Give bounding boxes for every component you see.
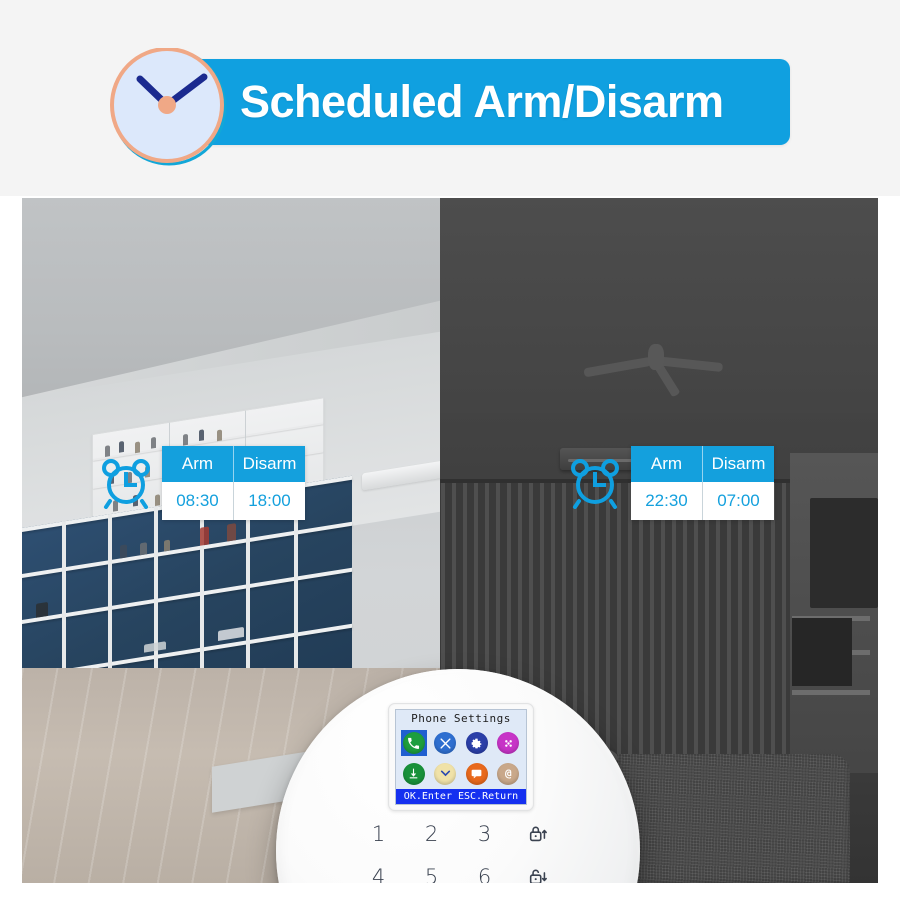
disarm-time-night: 07:00 xyxy=(702,482,774,520)
key-2[interactable]: 2 xyxy=(410,814,454,854)
schedule-table-day: Arm Disarm 08:30 18:00 xyxy=(162,446,305,520)
banner-wrapper: Scheduled Arm/Disarm xyxy=(110,48,790,166)
column-header-disarm: Disarm xyxy=(702,446,774,482)
analog-clock-icon xyxy=(110,48,227,166)
screen-title: Phone Settings xyxy=(411,712,511,725)
menu-item-tools[interactable] xyxy=(432,730,458,756)
key-1[interactable]: 1 xyxy=(357,814,401,854)
alarm-clock-icon xyxy=(571,459,619,509)
key-disarm[interactable] xyxy=(516,857,560,883)
menu-item-sms[interactable] xyxy=(464,761,490,787)
key-6[interactable]: 6 xyxy=(463,857,507,883)
table-row: 08:30 18:00 xyxy=(162,482,305,520)
menu-item-download[interactable] xyxy=(401,761,427,787)
sms-message-icon xyxy=(465,762,488,785)
key-4[interactable]: 4 xyxy=(357,857,401,883)
column-header-disarm: Disarm xyxy=(233,446,305,482)
header-banner: Scheduled Arm/Disarm xyxy=(0,0,900,196)
arm-time-day: 08:30 xyxy=(162,482,234,520)
menu-item-siren[interactable] xyxy=(495,730,521,756)
menu-item-settings[interactable] xyxy=(464,730,490,756)
email-icon: @ xyxy=(497,762,520,785)
schedule-card-night: Arm Disarm 22:30 07:00 xyxy=(569,446,774,520)
schedule-table-night: Arm Disarm 22:30 07:00 xyxy=(631,446,774,520)
key-5[interactable]: 5 xyxy=(410,857,454,883)
column-header-arm: Arm xyxy=(162,446,234,482)
gear-icon xyxy=(465,732,488,755)
clock-icon xyxy=(434,762,457,785)
lcd-screen: Phone Settings @ OK.Enter ESC.Return xyxy=(395,709,527,805)
menu-item-phone[interactable] xyxy=(400,730,427,757)
column-header-arm: Arm xyxy=(631,446,703,482)
television xyxy=(810,498,878,608)
alarm-clock-icon xyxy=(102,459,150,509)
scene-photo-band: Arm Disarm 08:30 18:00 Arm Disarm 22:30 … xyxy=(22,198,878,883)
key-3[interactable]: 3 xyxy=(463,814,507,854)
siren-icon xyxy=(497,732,520,755)
table-header-row: Arm Disarm xyxy=(631,446,774,482)
table-header-row: Arm Disarm xyxy=(162,446,305,482)
product-feature-image: Scheduled Arm/Disarm Arm Disarm 08:30 18… xyxy=(0,0,900,900)
menu-item-email[interactable]: @ xyxy=(495,761,521,787)
screen-status-bar: OK.Enter ESC.Return xyxy=(396,789,526,804)
key-arm-away[interactable] xyxy=(516,814,560,854)
tools-icon xyxy=(434,732,457,755)
ceiling-fan xyxy=(583,336,724,398)
page-title: Scheduled Arm/Disarm xyxy=(240,76,724,127)
phone-icon xyxy=(402,732,425,755)
touch-keypad: 1 2 3 4 5 6 xyxy=(352,813,564,883)
download-icon xyxy=(402,762,425,785)
table-row: 22:30 07:00 xyxy=(631,482,774,520)
arm-time-night: 22:30 xyxy=(631,482,703,520)
screen-menu-grid: @ xyxy=(396,728,526,789)
disarm-time-day: 18:00 xyxy=(233,482,305,520)
tv-cabinet xyxy=(792,618,852,686)
schedule-card-day: Arm Disarm 08:30 18:00 xyxy=(100,446,305,520)
menu-item-clock[interactable] xyxy=(432,761,458,787)
